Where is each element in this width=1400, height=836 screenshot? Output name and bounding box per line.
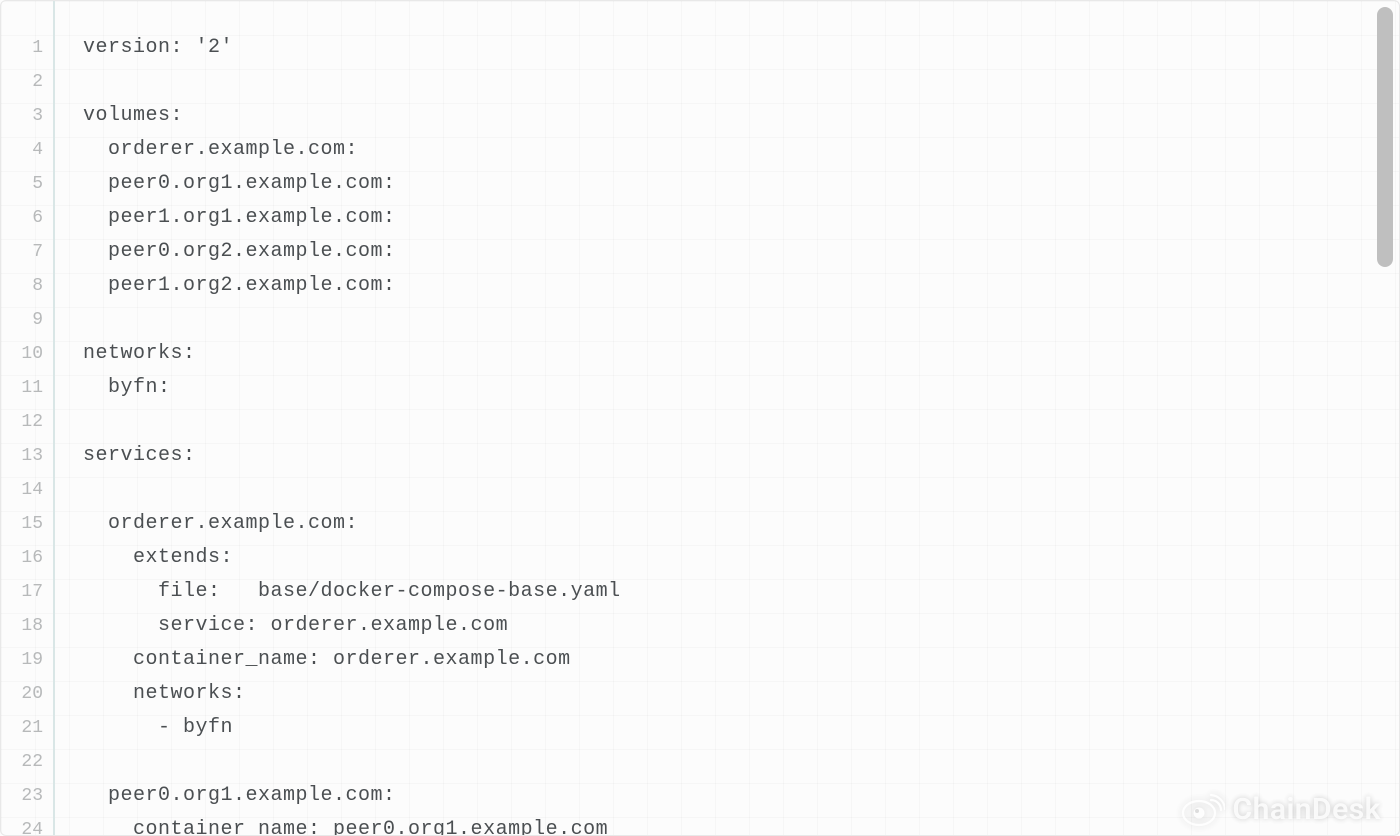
line-number: 18 bbox=[1, 609, 43, 643]
code-line: container_name: peer0.org1.example.com bbox=[83, 813, 1399, 835]
code-line: file: base/docker-compose-base.yaml bbox=[83, 575, 1399, 609]
line-number: 24 bbox=[1, 813, 43, 835]
line-number: 16 bbox=[1, 541, 43, 575]
code-line: version: '2' bbox=[83, 31, 1399, 65]
line-number: 1 bbox=[1, 31, 43, 65]
code-content[interactable]: version: '2' volumes: orderer.example.co… bbox=[55, 1, 1399, 835]
line-number: 15 bbox=[1, 507, 43, 541]
code-line: extends: bbox=[83, 541, 1399, 575]
vertical-scrollbar[interactable] bbox=[1377, 7, 1393, 829]
line-number: 14 bbox=[1, 473, 43, 507]
line-number: 23 bbox=[1, 779, 43, 813]
line-number: 8 bbox=[1, 269, 43, 303]
line-number: 13 bbox=[1, 439, 43, 473]
code-line: services: bbox=[83, 439, 1399, 473]
line-number: 10 bbox=[1, 337, 43, 371]
code-line bbox=[83, 473, 1399, 507]
code-line: peer1.org1.example.com: bbox=[83, 201, 1399, 235]
code-editor: 1 2 3 4 5 6 7 8 9 10 11 12 13 14 15 16 1… bbox=[0, 0, 1400, 836]
scrollbar-thumb[interactable] bbox=[1377, 7, 1393, 267]
code-line: networks: bbox=[83, 337, 1399, 371]
code-line: - byfn bbox=[83, 711, 1399, 745]
line-number: 17 bbox=[1, 575, 43, 609]
line-number: 5 bbox=[1, 167, 43, 201]
code-line: peer1.org2.example.com: bbox=[83, 269, 1399, 303]
line-number: 6 bbox=[1, 201, 43, 235]
code-line: peer0.org2.example.com: bbox=[83, 235, 1399, 269]
code-line: container_name: orderer.example.com bbox=[83, 643, 1399, 677]
line-number: 21 bbox=[1, 711, 43, 745]
code-line: volumes: bbox=[83, 99, 1399, 133]
code-line: orderer.example.com: bbox=[83, 507, 1399, 541]
line-number: 3 bbox=[1, 99, 43, 133]
editor-scroll-area[interactable]: 1 2 3 4 5 6 7 8 9 10 11 12 13 14 15 16 1… bbox=[1, 1, 1399, 835]
line-number: 7 bbox=[1, 235, 43, 269]
line-number: 22 bbox=[1, 745, 43, 779]
code-line: byfn: bbox=[83, 371, 1399, 405]
code-line: orderer.example.com: bbox=[83, 133, 1399, 167]
line-number: 9 bbox=[1, 303, 43, 337]
code-line: peer0.org1.example.com: bbox=[83, 779, 1399, 813]
line-number: 12 bbox=[1, 405, 43, 439]
line-number: 11 bbox=[1, 371, 43, 405]
line-number: 2 bbox=[1, 65, 43, 99]
line-number: 20 bbox=[1, 677, 43, 711]
code-line bbox=[83, 303, 1399, 337]
code-line bbox=[83, 65, 1399, 99]
code-line: networks: bbox=[83, 677, 1399, 711]
code-line: service: orderer.example.com bbox=[83, 609, 1399, 643]
line-number: 19 bbox=[1, 643, 43, 677]
code-line: peer0.org1.example.com: bbox=[83, 167, 1399, 201]
line-number-gutter: 1 2 3 4 5 6 7 8 9 10 11 12 13 14 15 16 1… bbox=[1, 1, 55, 835]
line-number: 4 bbox=[1, 133, 43, 167]
code-line bbox=[83, 745, 1399, 779]
code-line bbox=[83, 405, 1399, 439]
